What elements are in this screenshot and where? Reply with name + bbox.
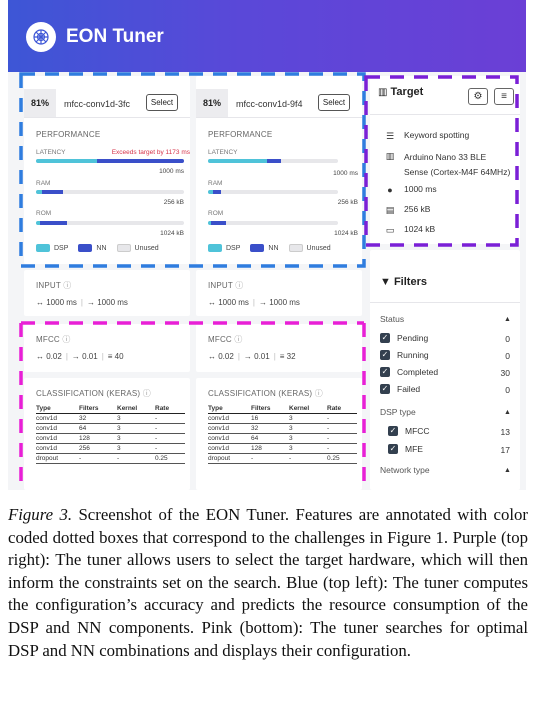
blue-annotation-box: [19, 72, 366, 268]
pink-annotation-box: [19, 321, 366, 490]
purple-annotation-box: [364, 75, 519, 247]
caption-text: Screenshot of the EON Tuner. Features ar…: [8, 505, 528, 660]
annotation-overlay: [19, 72, 519, 490]
figure-caption: Figure 3. Screenshot of the EON Tuner. F…: [8, 504, 528, 662]
caption-label: Figure 3.: [8, 505, 73, 524]
eon-tuner-screenshot: EON Tuner 81% mfcc-conv1d-3fc Select PER…: [8, 0, 526, 490]
